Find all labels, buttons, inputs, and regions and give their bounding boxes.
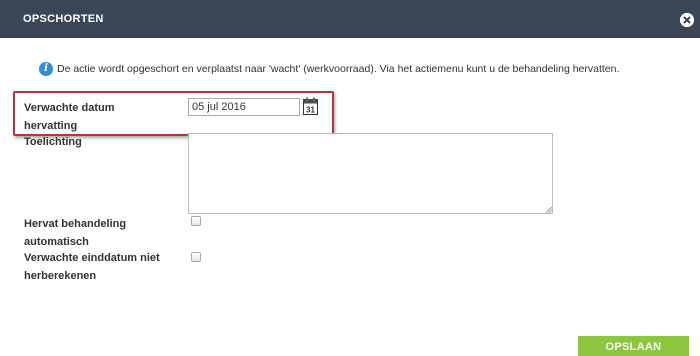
resume-auto-checkbox[interactable] (191, 216, 201, 226)
resize-grip-icon[interactable] (545, 206, 552, 213)
dialog-title: OPSCHORTEN (23, 13, 104, 25)
expected-date-label-line1: Verwachte datum (24, 102, 115, 114)
close-icon[interactable] (680, 13, 694, 27)
explanation-label: Toelichting (24, 136, 82, 148)
calendar-day-text: 31 (306, 106, 315, 115)
suspend-dialog: OPSCHORTEN i De actie wordt opgeschort e… (0, 0, 700, 356)
explanation-textarea[interactable] (188, 133, 553, 214)
dialog-header: OPSCHORTEN (0, 0, 700, 38)
calendar-icon[interactable]: 31 (303, 97, 318, 115)
no-recalc-label: Verwachte einddatum niet herberekenen (24, 249, 160, 285)
info-text: De actie wordt opgeschort en verplaatst … (57, 63, 620, 75)
resume-auto-label: Hervat behandeling automatisch (24, 215, 126, 251)
info-icon: i (39, 62, 53, 76)
expected-date-label: Verwachte datum hervatting (24, 99, 114, 135)
no-recalc-checkbox[interactable] (191, 252, 201, 262)
expected-date-input[interactable] (188, 98, 300, 116)
resume-auto-label-line1: Hervat behandeling (24, 218, 127, 230)
no-recalc-label-line2: herberekenen (24, 270, 97, 282)
no-recalc-label-line1: Verwachte einddatum niet (24, 252, 160, 264)
save-button[interactable]: OPSLAAN (578, 336, 689, 356)
